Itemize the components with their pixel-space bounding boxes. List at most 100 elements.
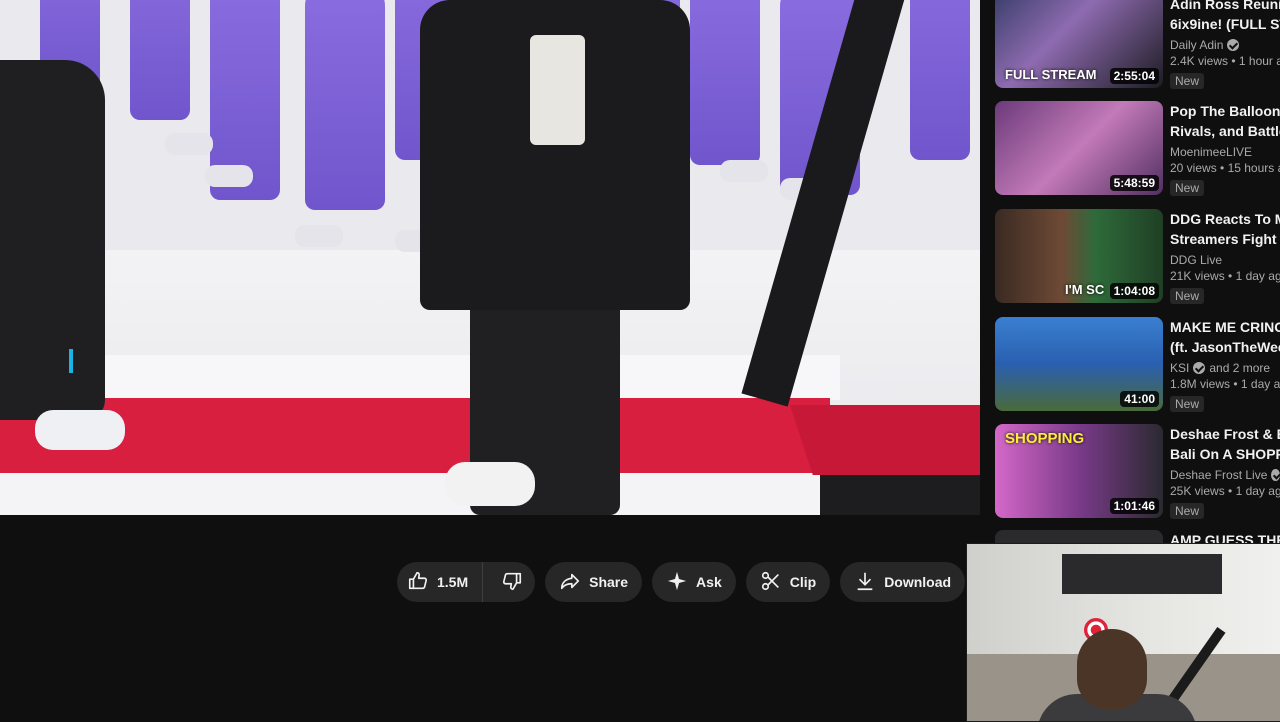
upload-age: 1 day ag: [1235, 484, 1280, 498]
video-meta: 21K views • 1 day ag: [1170, 269, 1280, 283]
verified-icon: [1271, 469, 1280, 481]
recommendation-item[interactable]: 41:00 MAKE ME CRINGE (ft. JasonTheWee KS…: [995, 317, 1280, 417]
dislike-button[interactable]: [491, 562, 535, 602]
share-label: Share: [589, 574, 629, 590]
channel-suffix: and 2 more: [1209, 361, 1271, 375]
ask-button[interactable]: Ask: [652, 562, 736, 602]
clip-label: Clip: [789, 574, 817, 590]
video-title[interactable]: DDG Reacts To M: [1170, 209, 1280, 229]
verified-icon: [1227, 39, 1240, 51]
video-thumbnail[interactable]: I'M SC 1:04:08: [995, 209, 1163, 303]
like-count: 1.5M: [437, 574, 469, 590]
video-stripe: [0, 473, 840, 515]
left-person: [0, 60, 105, 420]
download-label: Download: [884, 574, 952, 590]
crowd-figure: [305, 0, 385, 210]
channel-label: Daily Adin: [1170, 38, 1224, 52]
clip-button[interactable]: Clip: [745, 562, 831, 602]
new-badge: New: [1170, 180, 1205, 196]
video-title-line2[interactable]: 6ix9ine! (FULL ST: [1170, 14, 1280, 34]
video-title[interactable]: Deshae Frost & Br: [1170, 424, 1280, 444]
crowd-shoe: [720, 160, 768, 182]
host-shoe: [445, 462, 535, 506]
upload-age: 1 day ag: [1235, 269, 1280, 283]
video-thumbnail[interactable]: 5:48:59: [995, 101, 1163, 195]
video-title-line2[interactable]: Streamers Fight f: [1170, 229, 1280, 249]
verified-icon: [1193, 362, 1206, 374]
recommendation-info: Deshae Frost & Br Bali On A SHOPPI Desha…: [1170, 424, 1280, 520]
video-title[interactable]: Adin Ross Reunites: [1170, 0, 1280, 14]
new-badge: New: [1170, 73, 1205, 89]
video-title-line2[interactable]: Rivals, and Battle: [1170, 121, 1280, 141]
text-cursor-icon: [69, 349, 73, 373]
view-count: 2.4K views: [1170, 54, 1229, 68]
new-badge: New: [1170, 288, 1205, 304]
video-player[interactable]: [0, 0, 980, 515]
channel-name[interactable]: KSI and 2 more: [1170, 361, 1280, 375]
duration-badge: 5:48:59: [1109, 175, 1159, 191]
recommendation-item[interactable]: FULL STREAM 2:55:04 Adin Ross Reunites 6…: [995, 0, 1280, 94]
video-thumbnail[interactable]: FULL STREAM 2:55:04: [995, 0, 1163, 88]
webcam-overlay: [966, 543, 1280, 722]
crowd-figure: [910, 0, 970, 160]
video-title[interactable]: MAKE ME CRINGE: [1170, 317, 1280, 337]
download-icon: [854, 570, 876, 595]
thumbs-up-icon: [407, 570, 429, 595]
channel-label: MoenimeeLIVE: [1170, 145, 1253, 159]
crowd-figure: [130, 0, 190, 120]
duration-badge: 2:55:04: [1109, 68, 1159, 84]
video-stripe: [0, 355, 840, 400]
video-frame-red: [790, 405, 980, 475]
video-meta: 1.8M views • 1 day ag: [1170, 377, 1280, 391]
new-badge: New: [1170, 503, 1205, 519]
crowd-shoe: [205, 165, 253, 187]
recommendation-info: MAKE ME CRINGE (ft. JasonTheWee KSI and …: [1170, 317, 1280, 413]
video-meta: 25K views • 1 day ag: [1170, 484, 1280, 498]
view-count: 20 views: [1170, 161, 1217, 175]
crowd-shoe: [295, 225, 343, 247]
channel-label: Deshae Frost Live: [1170, 468, 1268, 482]
video-actions: 1.5M Share Ask Clip Download: [397, 562, 1016, 602]
channel-name[interactable]: DDG Live: [1170, 253, 1280, 267]
video-meta: 2.4K views • 1 hour a: [1170, 54, 1280, 68]
recommendation-item[interactable]: I'M SC 1:04:08 DDG Reacts To M Streamers…: [995, 209, 1280, 309]
view-count: 21K views: [1170, 269, 1225, 283]
duration-badge: 41:00: [1120, 391, 1159, 407]
channel-name[interactable]: Deshae Frost Live: [1170, 468, 1280, 482]
crowd-figure: [690, 0, 760, 165]
video-title[interactable]: Pop The Balloon,: [1170, 101, 1280, 121]
channel-name[interactable]: Daily Adin: [1170, 38, 1280, 52]
left-shoe: [35, 410, 125, 450]
video-meta: 20 views • 15 hours a: [1170, 161, 1280, 175]
scissors-icon: [760, 570, 782, 595]
recommendation-info: Pop The Balloon, Rivals, and Battle Moen…: [1170, 101, 1280, 197]
webcam-shelf: [1062, 554, 1222, 594]
thumbnail-overlay-text: SHOPPING: [1005, 430, 1085, 447]
share-icon: [559, 570, 581, 595]
video-title-line2[interactable]: Bali On A SHOPPI: [1170, 444, 1280, 464]
channel-label: KSI: [1170, 361, 1190, 375]
channel-name[interactable]: MoenimeeLIVE: [1170, 145, 1280, 159]
crowd-shoe: [165, 133, 213, 155]
recommendation-item[interactable]: SHOPPING 1:01:46 Deshae Frost & Br Bali …: [995, 424, 1280, 524]
duration-badge: 1:04:08: [1109, 283, 1159, 299]
like-button[interactable]: 1.5M: [397, 562, 484, 602]
new-badge: New: [1170, 396, 1205, 412]
channel-label: DDG Live: [1170, 253, 1223, 267]
upload-age: 15 hours a: [1227, 161, 1280, 175]
recommendation-item[interactable]: 5:48:59 Pop The Balloon, Rivals, and Bat…: [995, 101, 1280, 201]
video-title-line2[interactable]: (ft. JasonTheWee: [1170, 337, 1280, 357]
upload-age: 1 day ag: [1240, 377, 1280, 391]
ask-label: Ask: [696, 574, 722, 590]
video-thumbnail[interactable]: 41:00: [995, 317, 1163, 411]
download-button[interactable]: Download: [840, 562, 966, 602]
duration-badge: 1:01:46: [1109, 498, 1159, 514]
view-count: 25K views: [1170, 484, 1225, 498]
like-dislike-group: 1.5M: [397, 562, 536, 602]
streamer-head: [1077, 629, 1147, 709]
host-shirt: [530, 35, 585, 145]
thumbs-down-icon: [501, 570, 523, 595]
share-button[interactable]: Share: [545, 562, 643, 602]
video-thumbnail[interactable]: SHOPPING 1:01:46: [995, 424, 1163, 518]
recommendation-info: DDG Reacts To M Streamers Fight f DDG Li…: [1170, 209, 1280, 305]
